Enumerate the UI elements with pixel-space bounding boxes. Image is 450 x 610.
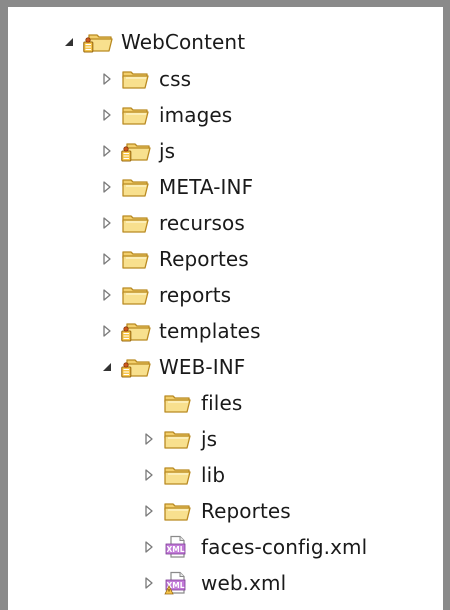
tree-node-meta-inf[interactable]: META-INF [98, 172, 253, 202]
tree-node-recursos[interactable]: recursos [98, 208, 245, 238]
collapsed-chevron-icon[interactable] [98, 286, 116, 304]
collapsed-chevron-icon[interactable] [140, 466, 158, 484]
tree-node-web-xml[interactable]: web.xml [140, 568, 286, 598]
tree-node-images[interactable]: images [98, 100, 232, 130]
tree-node-label: files [201, 391, 243, 415]
tree-node-webinf-js[interactable]: js [140, 424, 217, 454]
collapsed-chevron-icon[interactable] [98, 178, 116, 196]
tree-node-web-inf[interactable]: WEB-INF [98, 352, 245, 382]
tree-node-templates[interactable]: templates [98, 316, 261, 346]
tree-node-label: Reportes [159, 247, 249, 271]
tree-node-js[interactable]: js [98, 136, 175, 166]
tree-node-label: WEB-INF [159, 355, 246, 379]
tree-node-webinf-reportes[interactable]: Reportes [140, 496, 291, 526]
tree-node-faces-config[interactable]: faces-config.xml [140, 532, 367, 562]
expanded-chevron-icon[interactable] [60, 33, 78, 51]
collapsed-chevron-icon[interactable] [98, 250, 116, 268]
project-tree: WebContent css images js META-INF recurs… [8, 7, 443, 610]
package-folder-icon [121, 355, 151, 379]
folder-icon [163, 427, 193, 451]
collapsed-chevron-icon[interactable] [98, 106, 116, 124]
folder-icon [121, 103, 151, 127]
tree-node-label: lib [201, 463, 226, 487]
tree-node-label: WebContent [121, 30, 246, 54]
tree-node-label: web.xml [201, 571, 287, 595]
folder-icon [121, 211, 151, 235]
xml-file-icon [163, 535, 193, 559]
folder-icon [121, 175, 151, 199]
folder-icon [121, 247, 151, 271]
collapsed-chevron-icon[interactable] [140, 574, 158, 592]
tree-node-label: css [159, 67, 192, 91]
folder-icon [121, 67, 151, 91]
collapsed-chevron-icon[interactable] [98, 214, 116, 232]
tree-node-reportes[interactable]: Reportes [98, 244, 249, 274]
tree-node-lib[interactable]: lib [140, 460, 225, 490]
folder-icon [163, 463, 193, 487]
tree-node-css[interactable]: css [98, 64, 191, 94]
tree-node-label: images [159, 103, 233, 127]
folder-icon [163, 391, 193, 415]
tree-node-label: js [159, 139, 176, 163]
tree-node-label: js [201, 427, 218, 451]
tree-node-label: reports [159, 283, 232, 307]
project-explorer-frame: WebContent css images js META-INF recurs… [0, 0, 450, 610]
tree-node-reports[interactable]: reports [98, 280, 231, 310]
package-folder-icon [83, 30, 113, 54]
collapsed-chevron-icon[interactable] [98, 322, 116, 340]
collapsed-chevron-icon[interactable] [140, 538, 158, 556]
xml-file-warning-icon [163, 571, 193, 595]
tree-node-label: Reportes [201, 499, 291, 523]
folder-icon [163, 499, 193, 523]
tree-node-label: templates [159, 319, 261, 343]
collapsed-chevron-icon[interactable] [98, 70, 116, 88]
collapsed-chevron-icon[interactable] [140, 502, 158, 520]
collapsed-chevron-icon[interactable] [140, 430, 158, 448]
expanded-chevron-icon[interactable] [98, 358, 116, 376]
tree-node-files[interactable]: files [140, 388, 242, 418]
package-folder-icon [121, 319, 151, 343]
tree-node-label: faces-config.xml [201, 535, 368, 559]
collapsed-chevron-icon[interactable] [98, 142, 116, 160]
tree-node-webcontent[interactable]: WebContent [60, 27, 245, 57]
tree-node-label: META-INF [159, 175, 254, 199]
package-folder-icon [121, 139, 151, 163]
tree-node-label: recursos [159, 211, 245, 235]
folder-icon [121, 283, 151, 307]
